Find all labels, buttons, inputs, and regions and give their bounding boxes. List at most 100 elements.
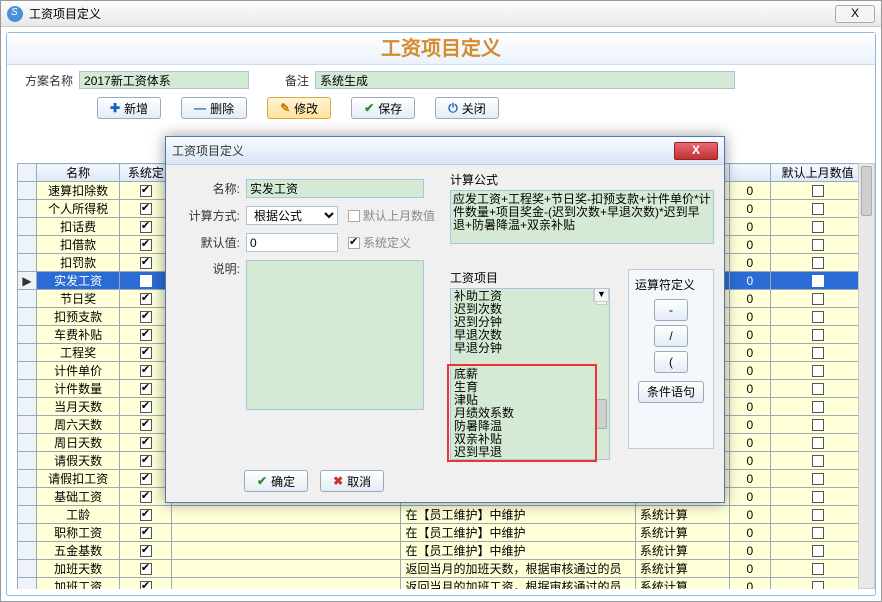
cell-val: 0 (729, 200, 771, 218)
cell-prev (771, 254, 865, 272)
cell-c5: 系统计算 (635, 506, 729, 524)
table-row[interactable]: 工龄在【员工维护】中维护系统计算0 (18, 506, 865, 524)
cell-prev (771, 272, 865, 290)
cell-name: 节日奖 (36, 290, 119, 308)
cell-name: 扣罚款 (36, 254, 119, 272)
cell-val: 0 (729, 560, 771, 578)
cell-prev (771, 380, 865, 398)
items-label: 工资项目 (450, 269, 610, 286)
cell-name: 周六天数 (36, 416, 119, 434)
cell-val: 0 (729, 182, 771, 200)
cell-name: 当月天数 (36, 398, 119, 416)
cell-val: 0 (729, 398, 771, 416)
dlg-calc-select[interactable]: 根据公式 (246, 206, 338, 225)
cancel-button[interactable]: ✖取消 (320, 470, 384, 492)
cell-val: 0 (729, 434, 771, 452)
operators-label: 运算符定义 (635, 276, 707, 293)
remark-input[interactable] (315, 71, 735, 89)
op-minus-button[interactable]: - (654, 299, 688, 321)
cell-prev (771, 344, 865, 362)
dialog-close-button[interactable]: X (674, 142, 718, 160)
edit-icon: ✎ (280, 101, 290, 115)
formula-label: 计算公式 (450, 171, 714, 188)
list-item[interactable]: 早退分钟 (452, 342, 608, 355)
cell-name: 车费补贴 (36, 326, 119, 344)
dlg-name-input[interactable] (246, 179, 424, 198)
cell-prev (771, 362, 865, 380)
table-row[interactable]: 加班天数返回当月的加班天数，根据审核通过的员系统计算0 (18, 560, 865, 578)
cell-val: 0 (729, 380, 771, 398)
dlg-sysdef-checkbox[interactable]: 系统定义 (348, 234, 411, 251)
cell-name: 加班工资 (36, 578, 119, 590)
ok-button[interactable]: ✔确定 (244, 470, 308, 492)
cell-val: 0 (729, 488, 771, 506)
cell-prev (771, 182, 865, 200)
operators-panel: 运算符定义 - / ( 条件语句 (628, 269, 714, 449)
table-row[interactable]: 加班工资返回当月的加班工资，根据审核通过的员系统计算0 (18, 578, 865, 590)
dlg-def-input[interactable] (246, 233, 338, 252)
cell-name: 扣借款 (36, 236, 119, 254)
scroll-down-icon[interactable]: ▼ (594, 288, 609, 302)
close-button[interactable]: ⏻关闭 (435, 97, 499, 119)
dlg-defprev-checkbox[interactable]: 默认上月数值 (348, 207, 435, 224)
dlg-desc-textarea[interactable] (246, 260, 424, 410)
items-list[interactable]: 补助工资迟到次数迟到分钟早退次数早退分钟底薪生育津贴月绩效系数防暑降温双亲补贴迟… (450, 288, 610, 460)
cell-sysdef (120, 542, 172, 560)
dlg-desc-label: 说明: (176, 260, 240, 277)
table-row[interactable]: 职称工资在【员工维护】中维护系统计算0 (18, 524, 865, 542)
scrollbar-thumb[interactable] (861, 166, 872, 216)
minus-icon: — (194, 101, 206, 115)
cell-prev (771, 200, 865, 218)
cell-prev (771, 218, 865, 236)
cell-c5: 系统计算 (635, 524, 729, 542)
edit-button[interactable]: ✎修改 (267, 97, 331, 119)
col-6[interactable] (729, 164, 771, 182)
vertical-scrollbar[interactable] (858, 163, 875, 589)
cell-c4: 返回当月的加班天数，根据审核通过的员 (401, 560, 635, 578)
cell-val: 0 (729, 308, 771, 326)
cell-name: 职称工资 (36, 524, 119, 542)
cell-name: 工龄 (36, 506, 119, 524)
cell-prev (771, 308, 865, 326)
cell-c3 (172, 542, 401, 560)
cell-name: 基础工资 (36, 488, 119, 506)
cell-val: 0 (729, 344, 771, 362)
scheme-input[interactable] (79, 71, 249, 89)
col-defprev[interactable]: 默认上月数值 (771, 164, 865, 182)
cell-name: 加班天数 (36, 560, 119, 578)
cell-val: 0 (729, 218, 771, 236)
table-row[interactable]: 五金基数在【员工维护】中维护系统计算0 (18, 542, 865, 560)
save-button[interactable]: ✔保存 (351, 97, 415, 119)
cell-prev (771, 470, 865, 488)
edit-dialog: 工资项目定义 X 名称: 计算方式:根据公式默认上月数值 默认值:系统定义 说明… (165, 136, 725, 503)
cell-val: 0 (729, 542, 771, 560)
formula-box[interactable]: 应发工资+工程奖+节日奖-扣预支款+计件单价*计件数量+项目奖金-(迟到次数+早… (450, 190, 714, 244)
cell-val: 0 (729, 254, 771, 272)
cell-val: 0 (729, 290, 771, 308)
add-button[interactable]: ✚新增 (97, 97, 161, 119)
scheme-label: 方案名称 (25, 72, 73, 89)
cell-sysdef (120, 578, 172, 590)
items-scrollbar-thumb[interactable] (596, 399, 607, 429)
list-item[interactable]: 迟到早退 (452, 446, 608, 459)
cell-c3 (172, 524, 401, 542)
op-paren-button[interactable]: ( (654, 351, 688, 373)
cell-prev (771, 542, 865, 560)
cell-sysdef (120, 524, 172, 542)
dlg-def-label: 默认值: (176, 234, 240, 251)
items-scrollbar[interactable]: ▲▼ (593, 289, 609, 302)
cell-val: 0 (729, 578, 771, 590)
delete-button[interactable]: —删除 (181, 97, 247, 119)
cell-prev (771, 434, 865, 452)
cell-name: 计件数量 (36, 380, 119, 398)
dialog-titlebar[interactable]: 工资项目定义 X (166, 137, 724, 165)
window-close-button[interactable]: X (835, 5, 875, 23)
op-div-button[interactable]: / (654, 325, 688, 347)
cell-name: 个人所得税 (36, 200, 119, 218)
cell-c5: 系统计算 (635, 542, 729, 560)
cell-c4: 在【员工维护】中维护 (401, 506, 635, 524)
condition-button[interactable]: 条件语句 (638, 381, 704, 403)
col-name[interactable]: 名称 (36, 164, 119, 182)
cell-c4: 在【员工维护】中维护 (401, 524, 635, 542)
cell-c4: 在【员工维护】中维护 (401, 542, 635, 560)
